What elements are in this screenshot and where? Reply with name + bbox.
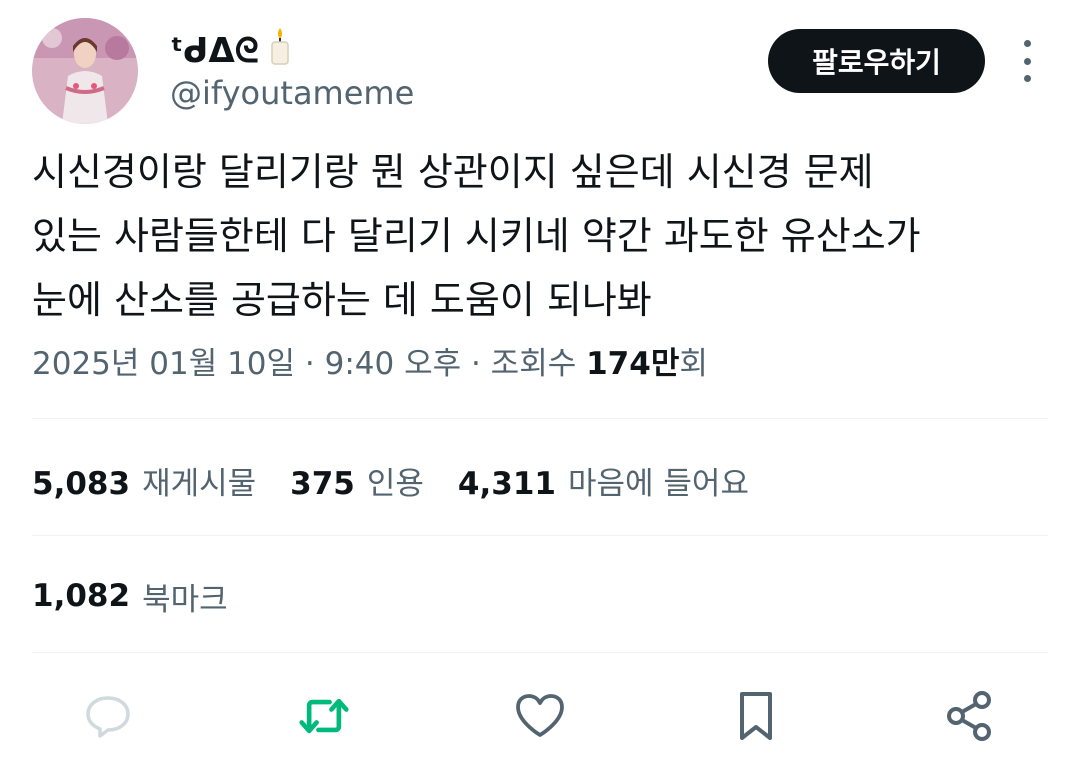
author-display-name[interactable]: ᵗᑯᐃᘓ <box>170 26 291 75</box>
bookmarks-count: 1,082 <box>32 578 131 614</box>
follow-button[interactable]: 팔로우하기 <box>768 29 985 93</box>
tweet-meta: 2025년 01월 10일 · 9:40 오후 · 조회수 174만회 <box>32 338 708 383</box>
retweets-label: 재게시물 <box>142 465 257 502</box>
retweets-stat[interactable]: 5,083 재게시물 <box>32 458 256 503</box>
likes-count: 4,311 <box>457 465 556 502</box>
author-handle[interactable]: @ifyoutameme <box>170 74 414 112</box>
share-icon[interactable] <box>944 690 996 742</box>
view-count: 174만 <box>586 346 680 382</box>
timestamp[interactable]: 2025년 01월 10일 · 9:40 오후 · 조회수 <box>32 346 586 382</box>
like-icon[interactable] <box>514 690 566 742</box>
quotes-label: 인용 <box>366 465 424 502</box>
reply-icon[interactable] <box>82 690 134 742</box>
more-options-icon[interactable] <box>1010 40 1044 82</box>
bookmark-icon[interactable] <box>730 690 782 742</box>
quotes-count: 375 <box>290 465 355 502</box>
retweet-icon[interactable] <box>298 690 350 742</box>
candle-icon <box>269 26 291 75</box>
view-count-suffix: 회 <box>679 346 708 382</box>
avatar[interactable] <box>32 18 138 124</box>
bookmarks-stat[interactable]: 1,082 북마크 <box>32 568 228 624</box>
tweet-text: 시신경이랑 달리기랑 뭔 상관이지 싶은데 시신경 문제 있는 사람들한테 다 … <box>32 140 1042 332</box>
likes-label: 마음에 들어요 <box>567 465 749 502</box>
tweet-line: 시신경이랑 달리기랑 뭔 상관이지 싶은데 시신경 문제 <box>32 150 874 194</box>
bookmarks-label: 북마크 <box>142 581 228 618</box>
divider <box>32 535 1048 536</box>
engagement-stats: 5,083 재게시물 375 인용 4,311 마음에 들어요 <box>32 452 783 508</box>
tweet-line: 있는 사람들한테 다 달리기 시키네 약간 과도한 유산소가 <box>32 214 921 258</box>
display-name-text: ᵗᑯᐃᘓ <box>170 30 259 71</box>
divider <box>32 652 1048 653</box>
retweets-count: 5,083 <box>32 465 131 502</box>
tweet-line: 눈에 산소를 공급하는 데 도움이 되나봐 <box>32 278 652 322</box>
divider <box>32 418 1048 419</box>
likes-stat[interactable]: 4,311 마음에 들어요 <box>458 458 749 503</box>
quotes-stat[interactable]: 375 인용 <box>290 458 424 503</box>
